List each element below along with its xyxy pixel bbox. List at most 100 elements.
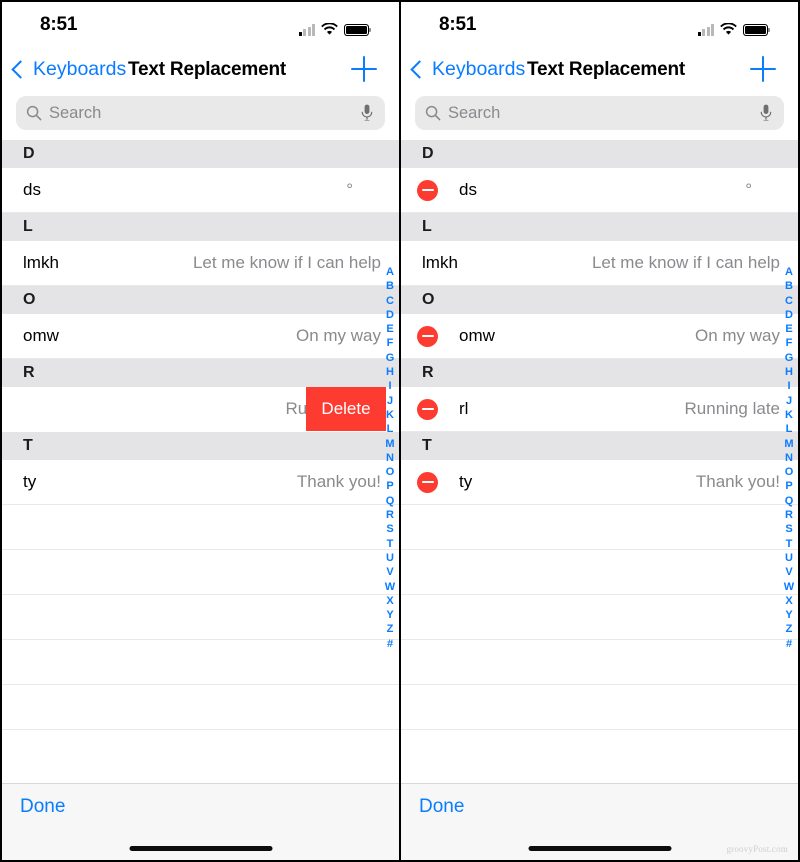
index-letter[interactable]: K (785, 408, 793, 422)
index-letter[interactable]: A (386, 265, 394, 279)
index-letter[interactable]: A (785, 265, 793, 279)
index-letter[interactable]: M (784, 437, 793, 451)
index-letter[interactable]: # (786, 637, 792, 651)
done-button[interactable]: Done (20, 796, 65, 818)
index-letter[interactable]: D (386, 308, 394, 322)
index-letter[interactable]: E (386, 322, 393, 336)
search-bar[interactable]: Search (16, 96, 385, 130)
search-input[interactable]: Search (49, 104, 101, 123)
index-letter[interactable]: L (387, 422, 394, 436)
index-letter[interactable]: X (785, 594, 792, 608)
home-indicator[interactable] (129, 846, 272, 851)
table-row[interactable]: ds ° (401, 168, 798, 213)
search-input[interactable]: Search (448, 104, 500, 123)
index-letter[interactable]: Q (785, 494, 794, 508)
index-letter[interactable]: F (387, 336, 394, 350)
index-letter[interactable]: V (785, 565, 792, 579)
table-row[interactable]: ty Thank you! (401, 460, 798, 505)
delete-minus-icon[interactable] (417, 398, 438, 420)
empty-row (401, 505, 798, 550)
index-letter[interactable]: H (386, 365, 394, 379)
row-phrase: ° (745, 180, 752, 199)
index-letter[interactable]: Y (386, 608, 393, 622)
done-button[interactable]: Done (419, 796, 464, 818)
row-phrase: Thank you! (695, 472, 780, 491)
phone-screen-right: 8:51 Keyboards Text Replacement Search D… (401, 2, 798, 860)
table-row[interactable]: rl Running late (401, 387, 798, 432)
index-letter[interactable]: B (785, 279, 793, 293)
index-letter[interactable]: N (386, 451, 394, 465)
index-letter[interactable]: H (785, 365, 793, 379)
table-row[interactable]: lmkh Let me know if I can help (401, 241, 798, 286)
table-row[interactable]: lmkh Let me know if I can help (2, 241, 399, 286)
status-bar: 8:51 (2, 2, 399, 52)
empty-row (2, 685, 399, 730)
index-letter[interactable]: Z (387, 622, 394, 636)
row-shortcut: rl (459, 399, 469, 418)
index-letter[interactable]: S (785, 522, 792, 536)
index-letter[interactable]: X (386, 594, 393, 608)
index-letter[interactable]: R (785, 508, 793, 522)
microphone-icon[interactable] (760, 104, 772, 122)
index-letter[interactable]: M (385, 437, 394, 451)
index-letter[interactable]: Y (785, 608, 792, 622)
back-button-keyboards[interactable]: Keyboards (410, 58, 526, 81)
table-row[interactable]: omw On my way (401, 314, 798, 359)
index-letter[interactable]: O (785, 465, 794, 479)
index-letter[interactable]: # (387, 637, 393, 651)
index-letter[interactable]: P (785, 479, 792, 493)
index-letter[interactable]: U (785, 551, 793, 565)
index-letter[interactable]: G (386, 351, 395, 365)
index-letter[interactable]: C (785, 294, 793, 308)
index-letter[interactable]: R (386, 508, 394, 522)
index-letter[interactable]: G (785, 351, 794, 365)
section-header: O (2, 286, 399, 314)
index-letter[interactable]: D (785, 308, 793, 322)
section-index-bar-right[interactable]: A B C D E F G H I J K L M N O P Q R S T U V W X Y Z # (782, 265, 796, 651)
index-letter[interactable]: S (386, 522, 393, 536)
index-letter[interactable]: P (386, 479, 393, 493)
index-letter[interactable]: Q (386, 494, 395, 508)
microphone-icon[interactable] (361, 104, 373, 122)
index-letter[interactable]: I (787, 379, 790, 393)
index-letter[interactable]: I (388, 379, 391, 393)
index-letter[interactable]: T (786, 537, 793, 551)
navigation-bar: Keyboards Text Replacement (401, 52, 798, 94)
index-letter[interactable]: F (786, 336, 793, 350)
row-phrase: Thank you! (296, 472, 381, 491)
index-letter[interactable]: K (386, 408, 394, 422)
index-letter[interactable]: W (784, 580, 794, 594)
delete-minus-icon[interactable] (417, 325, 438, 347)
index-letter[interactable]: J (786, 394, 792, 408)
index-letter[interactable]: Z (786, 622, 793, 636)
add-button[interactable] (351, 56, 377, 82)
index-letter[interactable]: V (386, 565, 393, 579)
back-button-label: Keyboards (432, 58, 526, 80)
index-letter[interactable]: B (386, 279, 394, 293)
status-bar-icons (298, 18, 372, 36)
page-title: Text Replacement (128, 59, 287, 80)
index-letter[interactable]: L (786, 422, 793, 436)
row-phrase: ° (346, 180, 353, 199)
home-indicator[interactable] (528, 846, 671, 851)
swipe-delete-button[interactable]: Delete (306, 387, 386, 431)
table-row[interactable]: Running lateDelete (2, 387, 399, 432)
index-letter[interactable]: U (386, 551, 394, 565)
index-letter[interactable]: O (386, 465, 395, 479)
table-row[interactable]: ds ° (2, 168, 399, 213)
back-button-keyboards[interactable]: Keyboards (11, 58, 126, 81)
index-letter[interactable]: T (387, 537, 394, 551)
table-row[interactable]: ty Thank you! (2, 460, 399, 505)
table-row[interactable]: omw On my way (2, 314, 399, 359)
delete-minus-icon[interactable] (417, 471, 438, 493)
section-index-bar-left[interactable]: A B C D E F G H I J K L M N O P Q R S T U V W X Y Z # (383, 265, 397, 651)
index-letter[interactable]: N (785, 451, 793, 465)
index-letter[interactable]: E (785, 322, 792, 336)
index-letter[interactable]: W (385, 580, 395, 594)
delete-minus-icon[interactable] (417, 179, 438, 201)
search-icon (425, 105, 441, 121)
index-letter[interactable]: C (386, 294, 394, 308)
add-button[interactable] (750, 56, 776, 82)
search-bar[interactable]: Search (415, 96, 784, 130)
index-letter[interactable]: J (387, 394, 393, 408)
